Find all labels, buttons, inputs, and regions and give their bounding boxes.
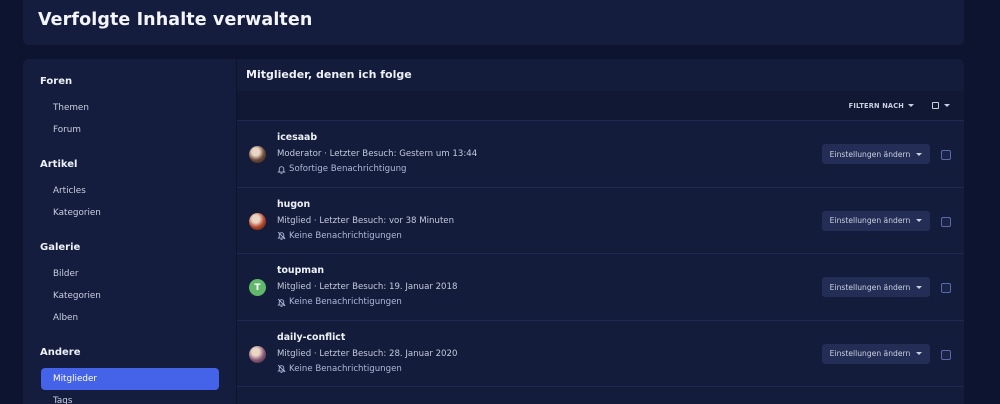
bell-icon: [277, 165, 286, 174]
change-settings-label: Einstellungen ändern: [829, 282, 911, 292]
notification-label: Sofortige Benachrichtigung: [289, 164, 407, 174]
member-row: Ttoupman Mitglied · Letzter Besuch: 19. J…: [237, 254, 964, 321]
member-row: hugon Mitglied · Letzter Besuch: vor 38 M…: [237, 188, 964, 254]
sidebar-item[interactable]: Mitglieder: [41, 368, 219, 390]
filter-label: FILTERN NACH: [848, 101, 904, 110]
chevron-down-icon: [916, 152, 923, 156]
change-settings-button[interactable]: Einstellungen ändern: [822, 343, 930, 364]
sidebar-section-title: Andere: [40, 347, 81, 358]
sidebar-item[interactable]: Kategorien: [23, 285, 236, 307]
bell-off-icon: [277, 298, 286, 307]
avatar[interactable]: [249, 212, 266, 230]
sidebar-section: Artikel Articles Kategorien: [23, 158, 236, 224]
change-settings-button[interactable]: Einstellungen ändern: [822, 144, 930, 164]
sidebar-section-title: Artikel: [40, 159, 78, 170]
avatar[interactable]: [249, 146, 266, 163]
checkbox-icon: [932, 102, 939, 109]
change-settings-label: Einstellungen ändern: [829, 349, 911, 358]
row-checkbox[interactable]: [941, 349, 951, 360]
main-panel: Mitglieder, denen ich folge FILTERN NACH…: [237, 59, 964, 404]
page-title: Verfolgte Inhalte verwalten: [38, 10, 313, 30]
sidebar-item[interactable]: Forum: [23, 119, 236, 141]
notification-status: Keine Benachrichtigungen: [277, 231, 402, 241]
notification-status: Keine Benachrichtigungen: [277, 364, 402, 374]
member-meta: Mitglied · Letzter Besuch: vor 38 Minute…: [277, 215, 455, 226]
sidebar-item[interactable]: Bilder: [23, 263, 236, 285]
sidebar-item[interactable]: Themen: [23, 97, 236, 119]
change-settings-button[interactable]: Einstellungen ändern: [822, 277, 930, 297]
notification-label: Keine Benachrichtigungen: [289, 297, 402, 307]
filter-button[interactable]: FILTERN NACH: [849, 102, 914, 110]
avatar[interactable]: T: [249, 279, 266, 296]
sidebar-item[interactable]: Articles: [23, 180, 236, 202]
select-all-toggle[interactable]: [932, 102, 950, 109]
sidebar-section: Galerie Bilder Kategorien Alben: [23, 241, 236, 329]
notification-label: Keine Benachrichtigungen: [289, 230, 402, 241]
bell-off-icon: [277, 231, 286, 240]
chevron-down-icon: [944, 104, 950, 107]
sidebar-section: Andere Mitglieder Tags: [23, 346, 236, 404]
chevron-down-icon: [908, 104, 914, 107]
bell-off-icon: [277, 364, 286, 373]
sidebar: Foren Themen Forum Artikel Articles Kategorie…: [23, 59, 236, 404]
chevron-down-icon: [916, 285, 923, 289]
page-header: Verfolgte Inhalte verwalten: [23, 0, 964, 45]
section-title: Mitglieder, denen ich folge: [246, 68, 412, 81]
notification-status: Keine Benachrichtigungen: [277, 297, 402, 307]
sidebar-section-title: Galerie: [40, 242, 81, 253]
change-settings-button[interactable]: Einstellungen ändern: [822, 210, 930, 231]
notification-label: Keine Benachrichtigungen: [289, 363, 402, 374]
row-checkbox[interactable]: [941, 150, 951, 160]
notification-status: Sofortige Benachrichtigung: [277, 164, 406, 174]
member-row: icesaab Moderator · Letzter Besuch: Geste…: [237, 121, 964, 188]
chevron-down-icon: [916, 219, 923, 222]
member-meta: Mitglied · Letzter Besuch: 19. Januar 20…: [277, 282, 458, 292]
member-list: icesaab Moderator · Letzter Besuch: Geste…: [237, 121, 964, 387]
chevron-down-icon: [916, 352, 923, 355]
row-checkbox[interactable]: [941, 216, 951, 227]
change-settings-label: Einstellungen ändern: [829, 216, 911, 225]
sidebar-section-title: Foren: [40, 76, 73, 87]
avatar-letter: T: [254, 282, 261, 293]
avatar[interactable]: [249, 345, 266, 363]
row-checkbox[interactable]: [941, 283, 951, 293]
sidebar-item[interactable]: Tags: [23, 390, 236, 404]
member-row: daily-conflict Mitglied · Letzter Besuch:…: [237, 321, 964, 387]
sidebar-item[interactable]: Alben: [23, 307, 236, 329]
member-meta: Moderator · Letzter Besuch: Gestern um 1…: [277, 149, 478, 159]
member-meta: Mitglied · Letzter Besuch: 28. Januar 20…: [277, 348, 458, 359]
toolbar: FILTERN NACH: [237, 91, 964, 121]
member-name-link[interactable]: daily-conflict: [277, 332, 345, 343]
member-name-link[interactable]: icesaab: [277, 132, 317, 143]
change-settings-label: Einstellungen ändern: [829, 149, 911, 159]
member-name-link[interactable]: toupman: [277, 265, 324, 276]
sidebar-section: Foren Themen Forum: [23, 75, 236, 141]
member-name-link[interactable]: hugon: [277, 199, 310, 210]
sidebar-item[interactable]: Kategorien: [23, 202, 236, 224]
